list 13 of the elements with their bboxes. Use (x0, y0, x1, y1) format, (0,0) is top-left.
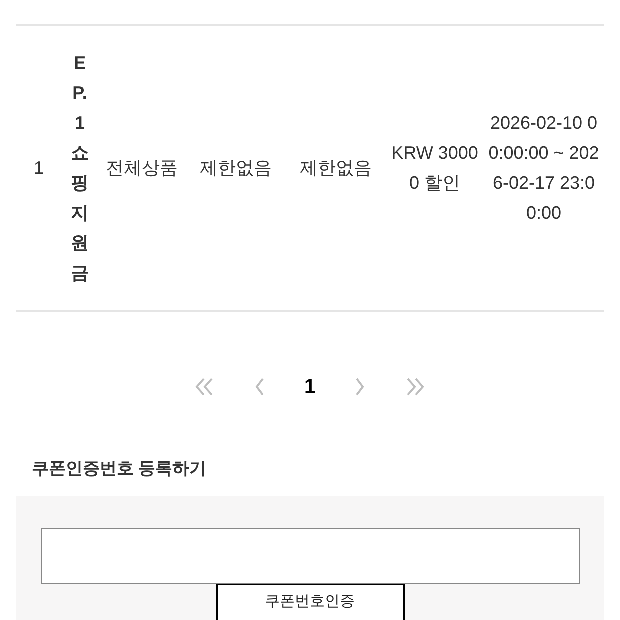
table-cell-text: 전체상품 (106, 157, 178, 180)
coupon-name: EP.1쇼핑지원금 (70, 52, 90, 285)
table-cell-text: KRW 30000 할인 (390, 142, 480, 195)
coupon-code-input[interactable] (40, 528, 580, 584)
section-title: 쿠폰인증번호 등록하기 (32, 458, 208, 480)
coupon-verify-button[interactable]: 쿠폰번호인증 (216, 584, 404, 620)
next-page-icon[interactable] (354, 376, 366, 398)
table-cell-text: 제한없음 (300, 157, 372, 180)
table-cell-text: 1 (34, 157, 44, 180)
previous-page-icon[interactable] (254, 376, 266, 398)
table-cell-text: 2026-02-10 00:00:00 ~ 2026-02-17 23:00:00 (488, 112, 600, 225)
page-link[interactable]: 1 (304, 372, 316, 402)
table-cell-text: 제한없음 (200, 157, 272, 180)
